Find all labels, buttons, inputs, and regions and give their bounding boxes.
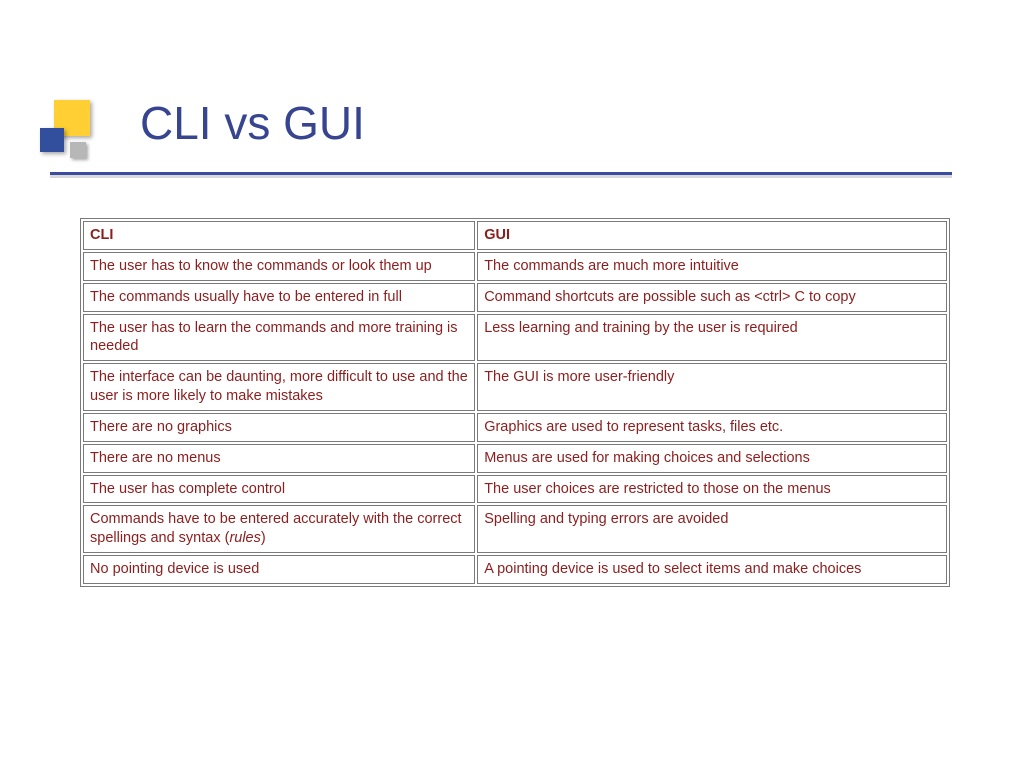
cell-cli: The user has to learn the commands and m… [83, 314, 475, 362]
table-row: The user has to know the commands or loo… [83, 252, 947, 281]
cell-text-prefix: Commands have to be entered accurately w… [90, 511, 462, 546]
title-underline-shadow [50, 175, 952, 178]
table-row: Commands have to be entered accurately w… [83, 505, 947, 553]
cell-cli: The user has complete control [83, 475, 475, 504]
cell-text-suffix: ) [261, 530, 266, 546]
cell-text-italic: rules [229, 530, 260, 546]
table-row: There are no graphics Graphics are used … [83, 413, 947, 442]
cell-gui: A pointing device is used to select item… [477, 555, 947, 584]
cell-gui: Spelling and typing errors are avoided [477, 505, 947, 553]
cell-gui: Command shortcuts are possible such as <… [477, 283, 947, 312]
cell-cli: The commands usually have to be entered … [83, 283, 475, 312]
comparison-table: CLI GUI The user has to know the command… [80, 218, 950, 587]
table-header-row: CLI GUI [83, 221, 947, 250]
header-gui: GUI [477, 221, 947, 250]
decor-square-blue [40, 128, 64, 152]
table-row: No pointing device is used A pointing de… [83, 555, 947, 584]
cell-gui: Graphics are used to represent tasks, fi… [477, 413, 947, 442]
cell-cli: The user has to know the commands or loo… [83, 252, 475, 281]
cell-cli: Commands have to be entered accurately w… [83, 505, 475, 553]
cell-gui: The commands are much more intuitive [477, 252, 947, 281]
cell-cli: The interface can be daunting, more diff… [83, 363, 475, 411]
cell-gui: Menus are used for making choices and se… [477, 444, 947, 473]
header-cli: CLI [83, 221, 475, 250]
decor-square-gray [70, 142, 86, 158]
cell-gui: Less learning and training by the user i… [477, 314, 947, 362]
table-row: There are no menus Menus are used for ma… [83, 444, 947, 473]
comparison-table-wrap: CLI GUI The user has to know the command… [80, 218, 950, 587]
slide-title: CLI vs GUI [140, 96, 365, 150]
cell-gui: The user choices are restricted to those… [477, 475, 947, 504]
table-row: The commands usually have to be entered … [83, 283, 947, 312]
table-row: The user has complete control The user c… [83, 475, 947, 504]
table-row: The user has to learn the commands and m… [83, 314, 947, 362]
cell-cli: No pointing device is used [83, 555, 475, 584]
cell-cli: There are no graphics [83, 413, 475, 442]
title-decor-icon [40, 100, 120, 180]
table-row: The interface can be daunting, more diff… [83, 363, 947, 411]
cell-cli: There are no menus [83, 444, 475, 473]
slide: CLI vs GUI CLI GUI The user has to know … [0, 0, 1024, 768]
cell-gui: The GUI is more user-friendly [477, 363, 947, 411]
